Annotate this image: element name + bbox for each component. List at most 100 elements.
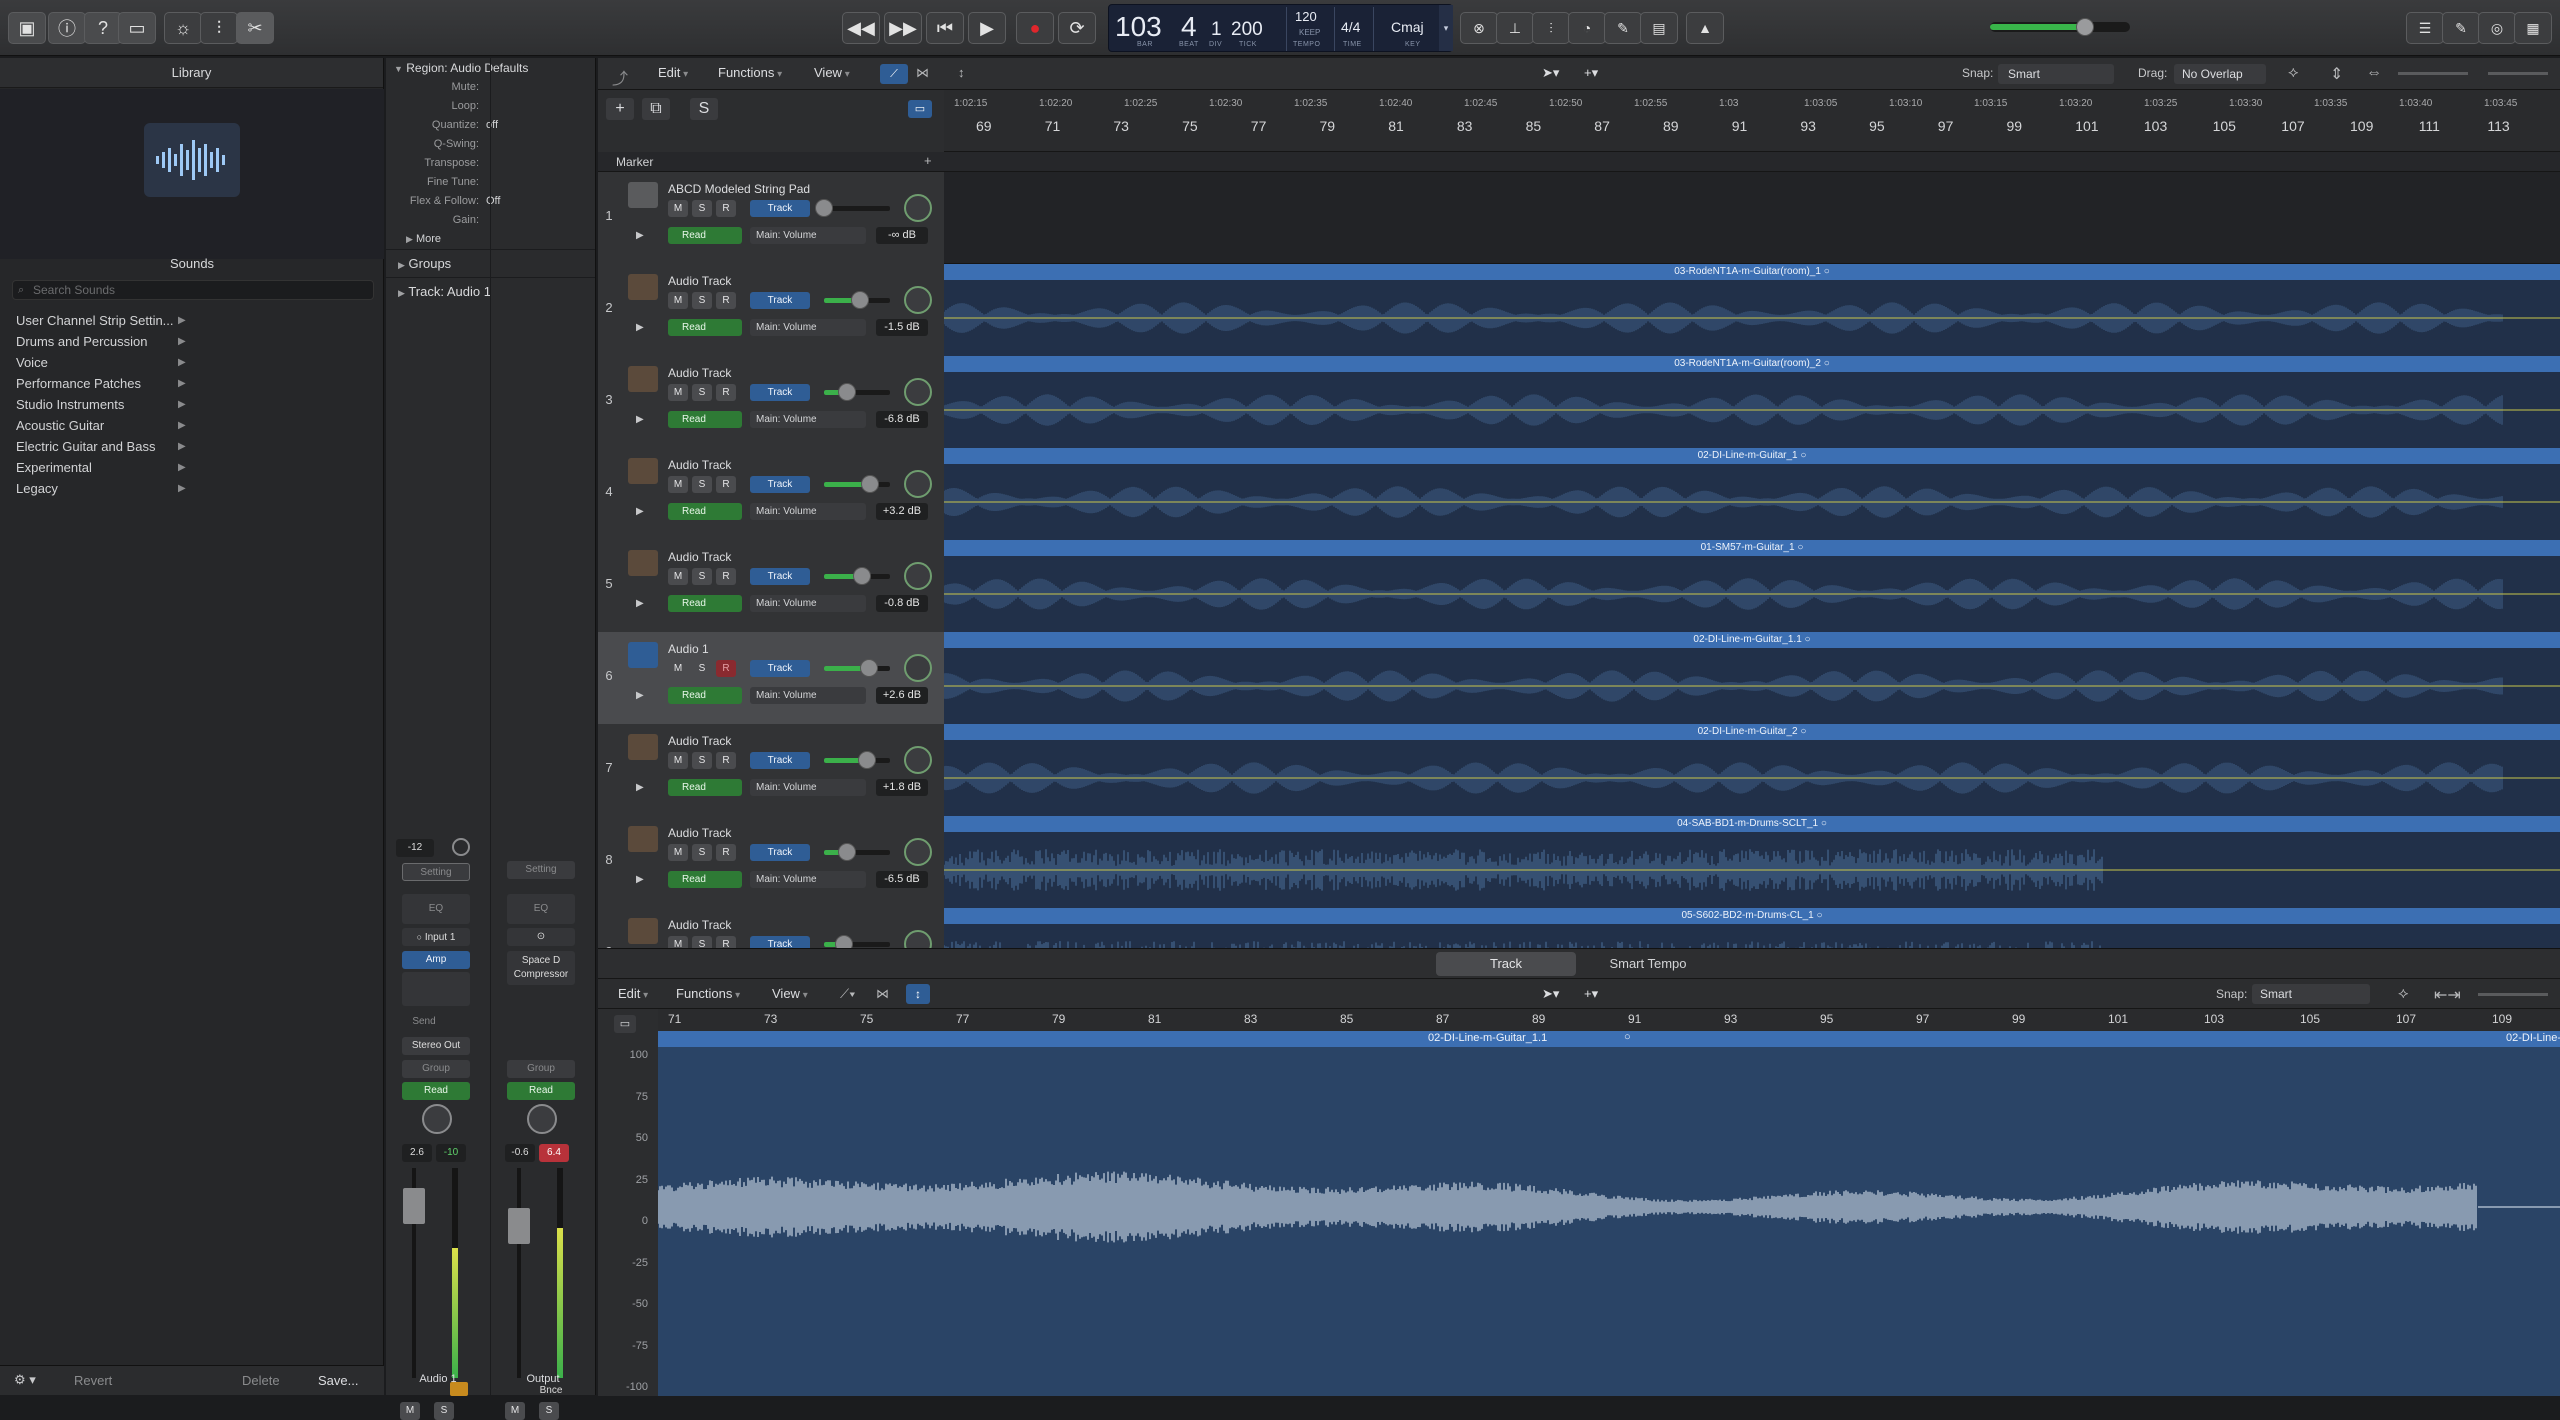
library-item[interactable]: Electric Guitar and Bass ▶ — [0, 436, 384, 457]
count-in-icon[interactable]: ◔ — [1568, 12, 1606, 44]
track-mute-button[interactable]: M — [668, 752, 688, 769]
track-automation-value[interactable]: +1.8 dB — [876, 779, 928, 796]
track-solo-button[interactable]: S — [692, 200, 712, 217]
inspector-toggle-icon[interactable]: ⓘ — [48, 12, 86, 44]
disclosure-right-icon[interactable]: ▶ — [636, 414, 644, 425]
audio-region[interactable]: 02-DI-Line-m-Guitar_1 ○ — [944, 448, 2560, 540]
audio-region[interactable]: 01-SM57-m-Guitar_1 ○ — [944, 540, 2560, 632]
track-name[interactable]: Audio Track — [668, 550, 731, 564]
waveform-zoom-icon[interactable]: ⟡ — [2288, 64, 2299, 82]
horizontal-zoom-slider[interactable] — [2488, 72, 2548, 75]
track-button[interactable]: Track — [750, 200, 810, 217]
editor-marquee-tool-icon[interactable]: +▾ — [1584, 986, 1598, 1002]
editor-catch-playhead-icon[interactable]: ▭ — [614, 1015, 636, 1033]
tuner-icon[interactable]: ⊥ — [1496, 12, 1534, 44]
send-slot[interactable]: Send — [402, 1013, 446, 1031]
library-item[interactable]: Drums and Percussion ▶ — [0, 331, 384, 352]
editor-waveform[interactable] — [658, 1047, 2560, 1396]
track-icon[interactable] — [628, 918, 658, 944]
track-icon[interactable] — [628, 734, 658, 760]
track-automation-value[interactable]: -6.5 dB — [876, 871, 928, 888]
setting-button[interactable]: Setting — [507, 861, 575, 879]
delete-button[interactable]: Delete — [242, 1373, 280, 1388]
track-name[interactable]: Audio Track — [668, 274, 731, 288]
track-name[interactable]: Audio 1 — [668, 642, 709, 656]
track-header[interactable]: 4 Audio Track M S R Track ▶ Read Main: Volume +3.… — [598, 448, 944, 540]
editor-flex-icon[interactable]: ⋈ — [876, 986, 889, 1002]
track-mute-button[interactable]: M — [668, 384, 688, 401]
editor-catch-icon[interactable]: ↕ — [906, 984, 930, 1004]
track-record-button[interactable]: R — [716, 660, 736, 677]
track-automation-parameter[interactable]: Main: Volume — [750, 503, 866, 520]
revert-button[interactable]: Revert — [74, 1373, 112, 1388]
track-icon[interactable] — [628, 366, 658, 392]
lcd-menu-icon[interactable]: ▾ — [1439, 5, 1453, 51]
track-mute-button[interactable]: M — [668, 200, 688, 217]
editors-icon[interactable]: ✂ — [236, 12, 274, 44]
disclosure-right-icon[interactable]: ▶ — [636, 874, 644, 885]
track-automation-value[interactable]: +3.2 dB — [876, 503, 928, 520]
track-automation-mode[interactable]: Read — [668, 503, 742, 520]
input-slot[interactable]: ○ Input 1 — [402, 928, 470, 946]
track-record-button[interactable]: R — [716, 292, 736, 309]
toolbar-toggle-icon[interactable]: ▭ — [118, 12, 156, 44]
track-volume-handle[interactable] — [838, 383, 856, 401]
volume-value[interactable]: -0.6 — [505, 1144, 535, 1162]
track-button[interactable]: Track — [750, 476, 810, 493]
track-icon[interactable] — [628, 274, 658, 300]
track-solo-button[interactable]: S — [692, 292, 712, 309]
track-automation-value[interactable]: -1.5 dB — [876, 319, 928, 336]
track-pan-knob[interactable] — [904, 378, 932, 406]
track-automation-parameter[interactable]: Main: Volume — [750, 779, 866, 796]
editor-fit-icon[interactable]: ⇤⇥ — [2434, 985, 2461, 1005]
editor-region-bar[interactable]: 02-DI-Line-m-Guitar_1.1 ○ 02-DI-Line-m-G… — [658, 1031, 2560, 1047]
track-automation-mode[interactable]: Read — [668, 871, 742, 888]
track-mute-button[interactable]: M — [668, 844, 688, 861]
track-row[interactable]: 5 Audio Track M S R Track ▶ Read Main: Volume -0.… — [598, 540, 2560, 632]
track-solo-button[interactable]: S — [692, 476, 712, 493]
score-icon[interactable]: ▤ — [1640, 12, 1678, 44]
track-solo-button[interactable]: S — [692, 844, 712, 861]
library-item[interactable]: Studio Instruments ▶ — [0, 394, 384, 415]
track-row[interactable]: 3 Audio Track M S R Track ▶ Read Main: Volume -6.… — [598, 356, 2560, 448]
disclosure-right-icon[interactable]: ▶ — [636, 598, 644, 609]
editor-snap-select[interactable]: Smart — [2252, 984, 2370, 1004]
disclosure-right-icon[interactable]: ▶ — [636, 230, 644, 241]
track-volume-handle[interactable] — [851, 291, 869, 309]
library-toggle-icon[interactable]: ▣ — [8, 12, 46, 44]
track-row[interactable]: 2 Audio Track M S R Track ▶ Read Main: Volume -1.… — [598, 264, 2560, 356]
catch-playhead-icon[interactable]: ▭ — [908, 100, 932, 118]
pan-knob[interactable] — [422, 1104, 452, 1134]
snap-select[interactable]: Smart — [1998, 64, 2114, 84]
track-automation-parameter[interactable]: Main: Volume — [750, 595, 866, 612]
pan-knob[interactable] — [527, 1104, 557, 1134]
track-row[interactable]: 7 Audio Track M S R Track ▶ Read Main: Volume +1.… — [598, 724, 2560, 816]
cycle-icon[interactable]: ⟳ — [1058, 12, 1096, 44]
disclosure-right-icon[interactable]: ▶ — [636, 690, 644, 701]
browsers-icon[interactable]: ▦ — [2514, 12, 2552, 44]
track-mute-button[interactable]: M — [668, 568, 688, 585]
track-automation-mode[interactable]: Read — [668, 227, 742, 244]
track-solo-button[interactable]: S — [692, 568, 712, 585]
track-volume-handle[interactable] — [858, 751, 876, 769]
track-pan-knob[interactable] — [904, 838, 932, 866]
track-volume-fader[interactable] — [824, 206, 890, 211]
drag-select[interactable]: No Overlap — [2174, 64, 2266, 84]
link-icon[interactable]: ⊙ — [507, 928, 575, 946]
track-row[interactable]: 8 Audio Track M S R Track ▶ Read Main: Volume -6.… — [598, 816, 2560, 908]
pencil-icon[interactable]: ✎ — [1604, 12, 1642, 44]
track-header[interactable]: 5 Audio Track M S R Track ▶ Read Main: Volume -0.… — [598, 540, 944, 632]
library-item[interactable]: Experimental ▶ — [0, 457, 384, 478]
track-folder-icon[interactable]: ⧉ — [642, 98, 670, 120]
quick-help-icon[interactable]: ? — [84, 12, 122, 44]
metronome-icon[interactable]: ▲ — [1686, 12, 1724, 44]
audio-region[interactable]: 04-SAB-BD1-m-Drums-SCLT_1 ○ — [944, 816, 2560, 908]
track-volume-fader[interactable] — [824, 298, 890, 303]
track-automation-value[interactable]: +2.6 dB — [876, 687, 928, 704]
track-volume-handle[interactable] — [815, 199, 833, 217]
flex-icon[interactable]: ⋈ — [916, 65, 929, 81]
marquee-tool-icon[interactable]: +▾ — [1584, 65, 1598, 81]
track-mute-button[interactable]: M — [668, 292, 688, 309]
track-name[interactable]: Audio Track — [668, 734, 731, 748]
group-slot[interactable]: Group — [507, 1060, 575, 1078]
